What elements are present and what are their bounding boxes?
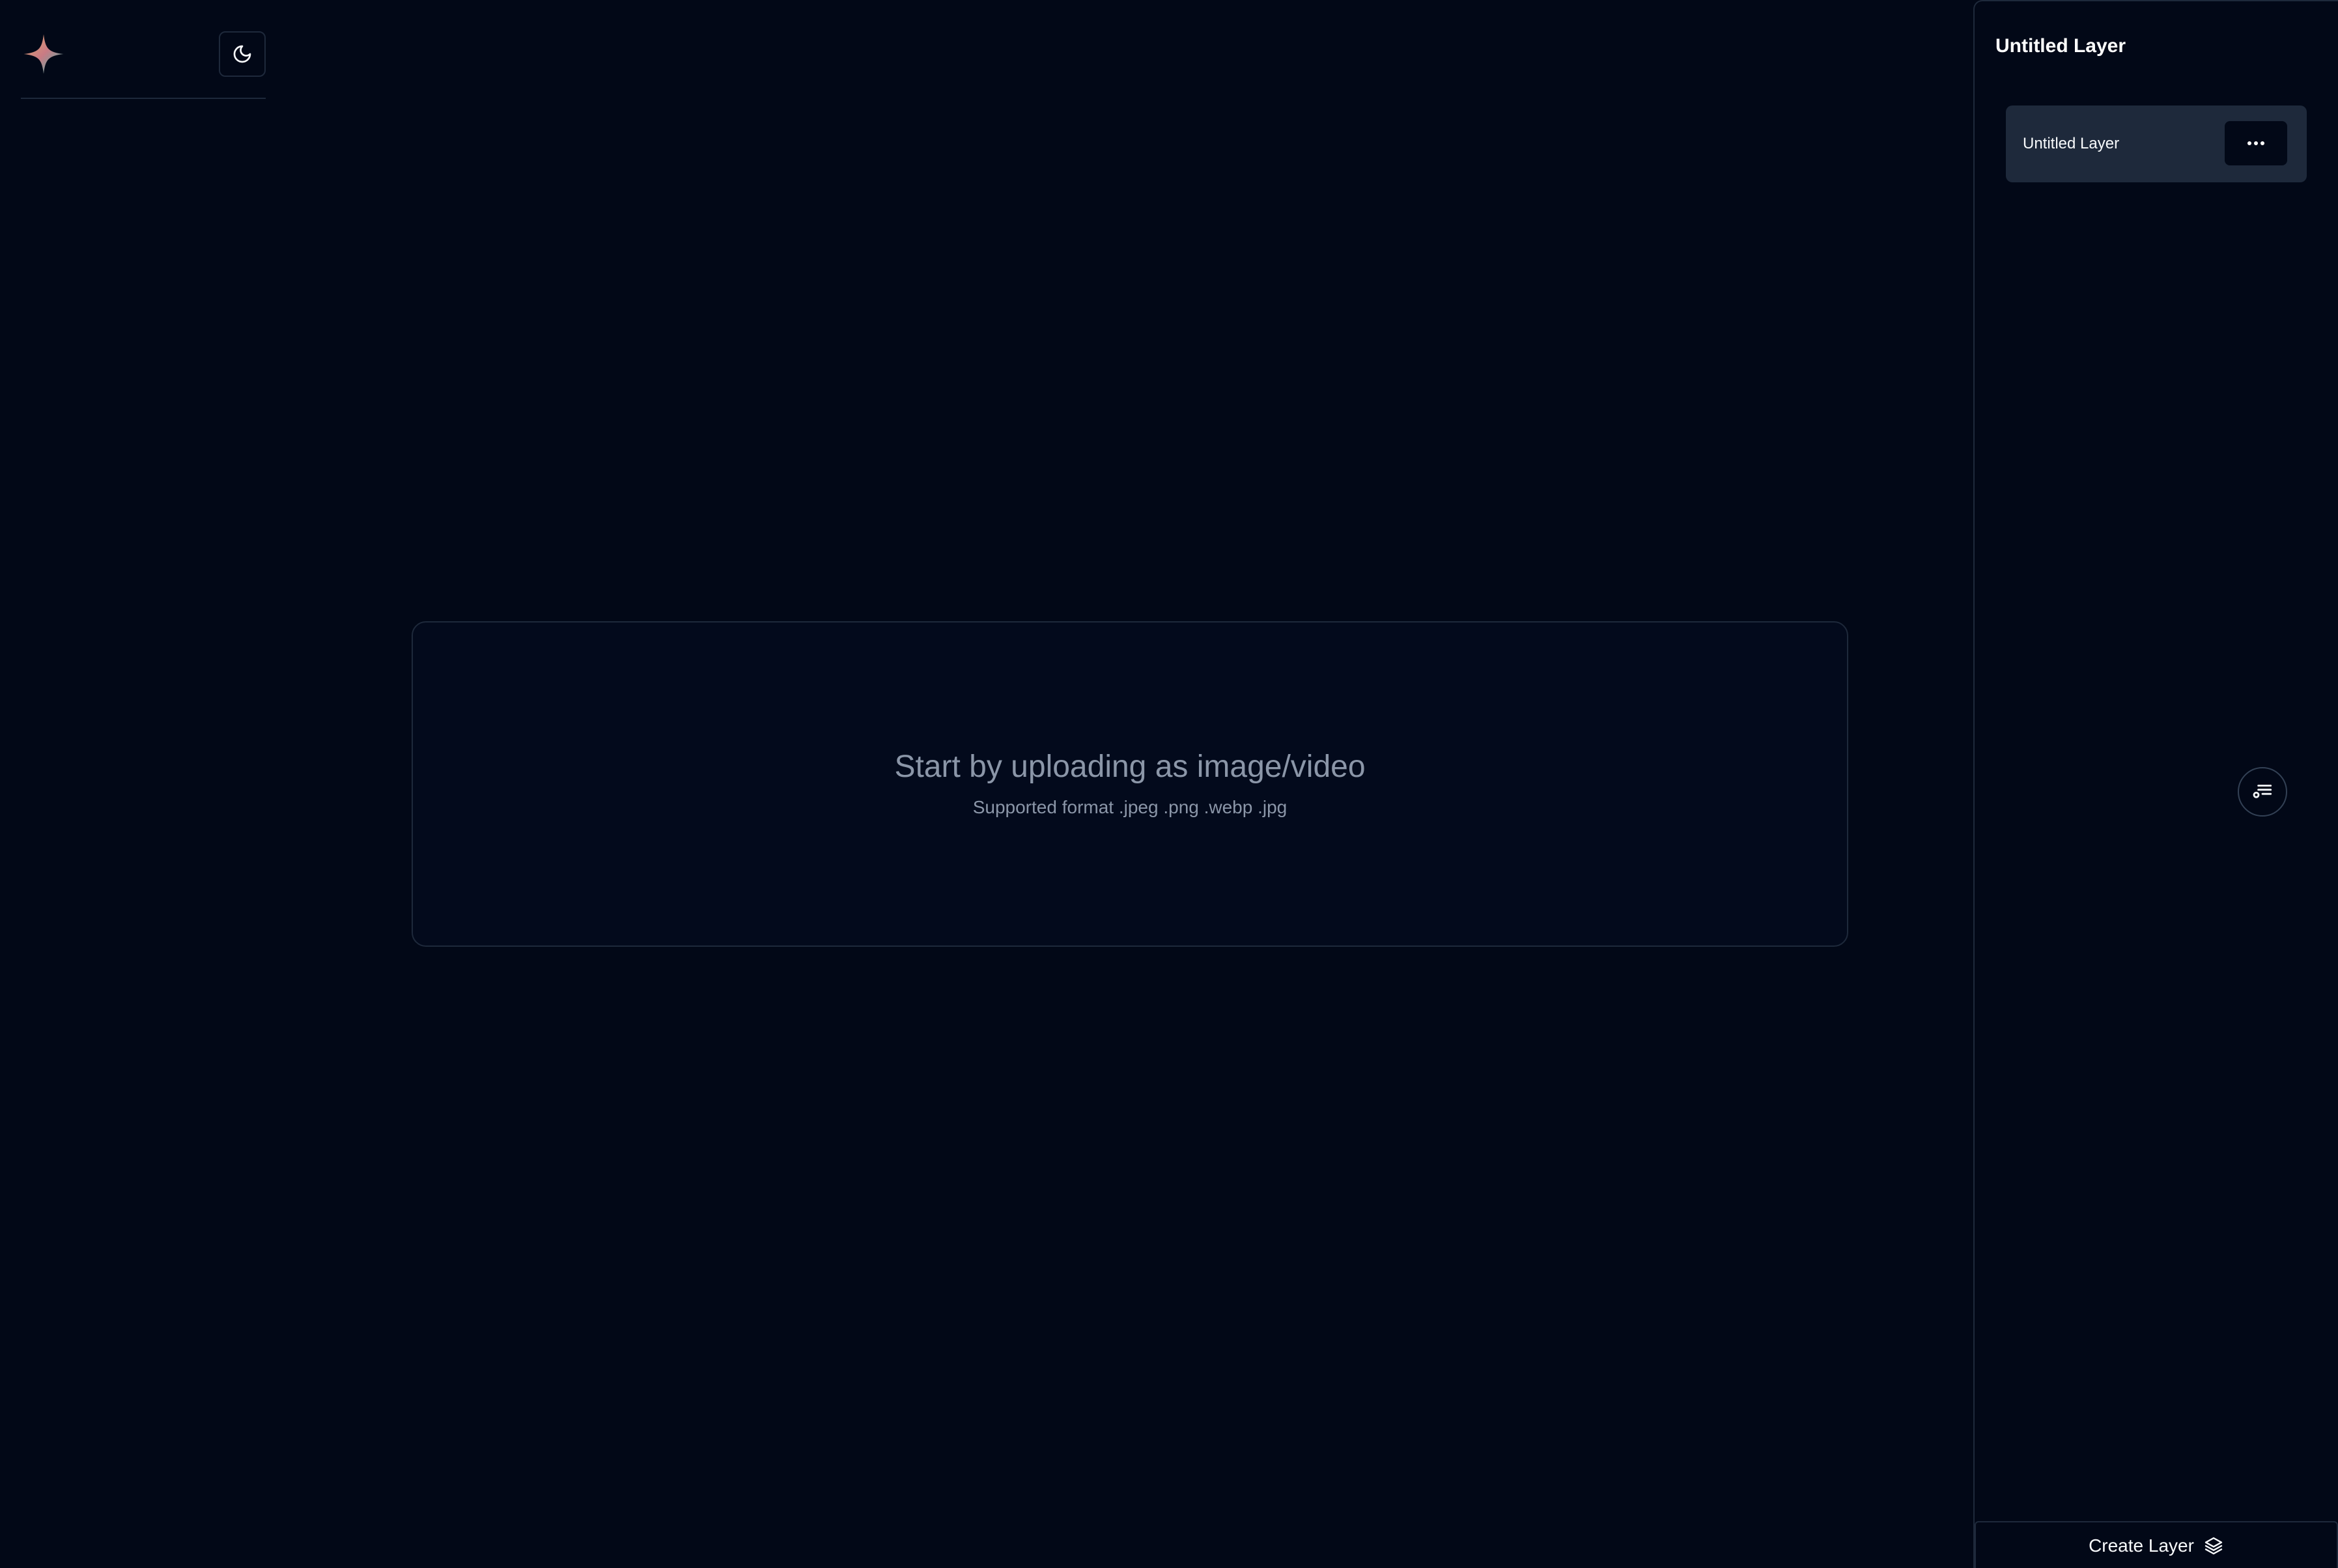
- layer-menu-button[interactable]: [2225, 121, 2287, 165]
- create-layer-label: Create Layer: [2089, 1535, 2194, 1556]
- header-divider: [21, 98, 266, 99]
- upload-dropzone[interactable]: [412, 621, 1848, 947]
- filter-settings-icon: [2250, 779, 2275, 804]
- moon-icon: [232, 44, 253, 64]
- filter-settings-button[interactable]: [2238, 767, 2287, 817]
- layers-icon: [2203, 1535, 2224, 1556]
- more-horizontal-icon: [2247, 141, 2264, 145]
- sparkle-logo-icon: [22, 33, 65, 76]
- layer-item-label: Untitled Layer: [2023, 135, 2120, 152]
- panel-title: Untitled Layer: [1995, 35, 2126, 57]
- layer-item[interactable]: Untitled Layer: [2006, 105, 2307, 182]
- layers-panel: Untitled Layer Untitled Layer Create Lay…: [1973, 0, 2338, 1568]
- theme-toggle-button[interactable]: [219, 31, 266, 77]
- create-layer-button[interactable]: Create Layer: [1975, 1521, 2338, 1568]
- app-root: Start by uploading as image/video Suppor…: [0, 0, 2338, 1568]
